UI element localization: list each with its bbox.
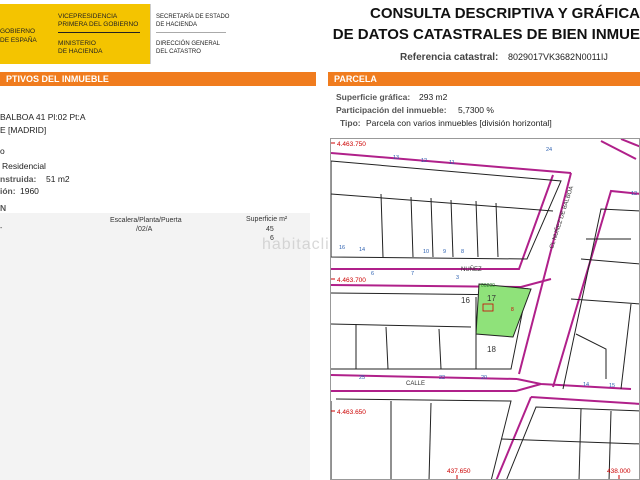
map-svg: 4.463.750 4.463.700 4.463.650 437.650 43…	[331, 139, 639, 479]
parcel-number-17: 17	[487, 294, 496, 303]
parcel-line	[495, 202, 499, 258]
class-value: o	[0, 146, 5, 156]
address-line1: BALBOA 41 Pl:02 Pt:A	[0, 112, 86, 122]
logo-col1-line1: GOBIERNO	[0, 28, 36, 35]
street-label-calle: CALLE	[406, 381, 425, 387]
logo-gobierno: GOBIERNO DE ESPAÑA	[0, 4, 48, 64]
house-number: 11	[449, 160, 455, 166]
table-row-floor: /02/A	[136, 226, 153, 233]
house-number: 25	[359, 375, 365, 381]
year-label: ión:	[0, 186, 16, 196]
logo-col1-line2: DE ESPAÑA	[0, 37, 37, 44]
logo-col3-line2: DE HACIENDA	[156, 22, 198, 28]
logo-divider	[58, 32, 140, 33]
house-number: 6	[371, 271, 374, 277]
house-number: 20	[481, 375, 487, 381]
parcel-number-8: 8	[511, 307, 514, 313]
watermark-logo: habitaclia	[262, 236, 340, 253]
cadastral-ref-label: Referencia catastral:	[400, 52, 499, 63]
year-value: 1960	[20, 186, 39, 196]
street-label-balboa: CL NUÑEZ DE BALBOA	[548, 185, 575, 249]
coord-label-x2: 438.000	[607, 468, 631, 475]
logo-col3-line4: DEL CATASTRO	[156, 49, 201, 55]
coord-label-bot: 4.463.650	[337, 409, 366, 416]
coord-label-top: 4.463.750	[337, 141, 366, 148]
share-value: 5,7300 %	[458, 105, 494, 115]
house-number: 13	[393, 155, 399, 161]
parcel-line	[438, 328, 442, 370]
house-number: 8	[461, 249, 464, 255]
logo-col2-line3: MINISTERIO	[58, 40, 96, 47]
logo-ministerio: VICEPRESIDENCIA PRIMERA DEL GOBIERNO MIN…	[52, 4, 147, 64]
parcel-line	[430, 197, 434, 258]
logo-divider-2	[156, 32, 226, 33]
house-number: 7	[411, 271, 414, 277]
street-line	[331, 383, 542, 392]
col-header-area: Superficie m²	[246, 216, 288, 223]
page-title-line2: DE DATOS CATASTRALES DE BIEN INMUE	[332, 26, 640, 43]
parcel-line	[331, 193, 554, 212]
government-logo: GOBIERNO DE ESPAÑA VICEPRESIDENCIA PRIME…	[0, 4, 232, 64]
parcel-code: 00200	[481, 283, 495, 289]
type-label: Tipo:	[340, 118, 361, 128]
col-header-floor: Escalera/Planta/Puerta	[110, 217, 182, 224]
section-bar-parcel: PARCELA	[328, 72, 640, 86]
house-number: 15	[609, 383, 615, 389]
parcel-line	[410, 196, 414, 258]
street-line	[620, 139, 639, 148]
parcel-line	[578, 408, 582, 479]
table-row-1-marker: -	[0, 225, 3, 232]
house-number: 22	[439, 375, 445, 381]
street-line	[552, 189, 639, 388]
cadastral-map[interactable]: 4.463.750 4.463.700 4.463.650 437.650 43…	[330, 138, 640, 480]
logo-col3-line1: SECRETARÍA DE ESTADO	[156, 14, 230, 20]
parcel-line	[575, 333, 607, 379]
surface-label: Superficie gráfica:	[336, 92, 411, 102]
logo-col2-line1: VICEPRESIDENCIA	[58, 13, 118, 20]
house-number: 3	[456, 275, 459, 281]
parcel-number-18: 18	[487, 345, 496, 354]
logo-catastro: SECRETARÍA DE ESTADO DE HACIENDA DIRECCI…	[150, 4, 232, 64]
house-number: 16	[339, 245, 345, 251]
parcel-number-16: 16	[461, 296, 470, 305]
parcel-line	[428, 402, 432, 479]
parcel-line	[380, 193, 384, 258]
block-outline	[331, 160, 562, 260]
house-number: 10	[423, 249, 429, 255]
logo-col2-line2: PRIMERA DEL GOBIERNO	[58, 21, 139, 28]
section-bar-property: PTIVOS DEL INMUEBLE	[0, 72, 316, 86]
cadastral-ref-value: 8029017VK3682N0011IJ	[508, 52, 608, 62]
parcel-line	[475, 200, 479, 258]
parcel-line	[331, 323, 472, 328]
construction-section-label: N	[0, 203, 7, 213]
coord-label-x1: 437.650	[447, 468, 471, 475]
built-area-label: nstruida:	[0, 174, 37, 184]
share-label: Participación del inmueble:	[336, 105, 447, 115]
parcel-line	[620, 303, 632, 390]
type-value: Parcela con varios inmuebles [división h…	[366, 118, 552, 128]
house-number: 24	[546, 147, 552, 153]
address-line2: E [MADRID]	[0, 125, 47, 135]
parcel-line	[450, 199, 454, 258]
use-value: Residencial	[2, 161, 46, 171]
page-title-line1: CONSULTA DESCRIPTIVA Y GRÁFICA	[369, 5, 640, 22]
coord-label-mid: 4.463.700	[337, 277, 366, 284]
logo-col2-line4: DE HACIENDA	[58, 48, 103, 55]
street-line	[331, 174, 554, 270]
logo-col3-line3: DIRECCIÓN GENERAL	[156, 41, 221, 47]
street-label-nunez: NUÑEZ	[461, 266, 482, 273]
built-area-value: 51 m2	[46, 174, 70, 184]
house-number: 14	[359, 247, 365, 253]
surface-value: 293 m2	[419, 92, 448, 102]
street-line	[530, 396, 639, 405]
house-number: 9	[443, 249, 446, 255]
house-number: 12	[421, 158, 427, 164]
table-row-area: 45	[266, 226, 274, 233]
house-number: 12	[631, 191, 637, 197]
highlighted-parcel	[475, 283, 532, 338]
house-number: 14	[583, 382, 589, 388]
parcel-line	[385, 326, 389, 370]
